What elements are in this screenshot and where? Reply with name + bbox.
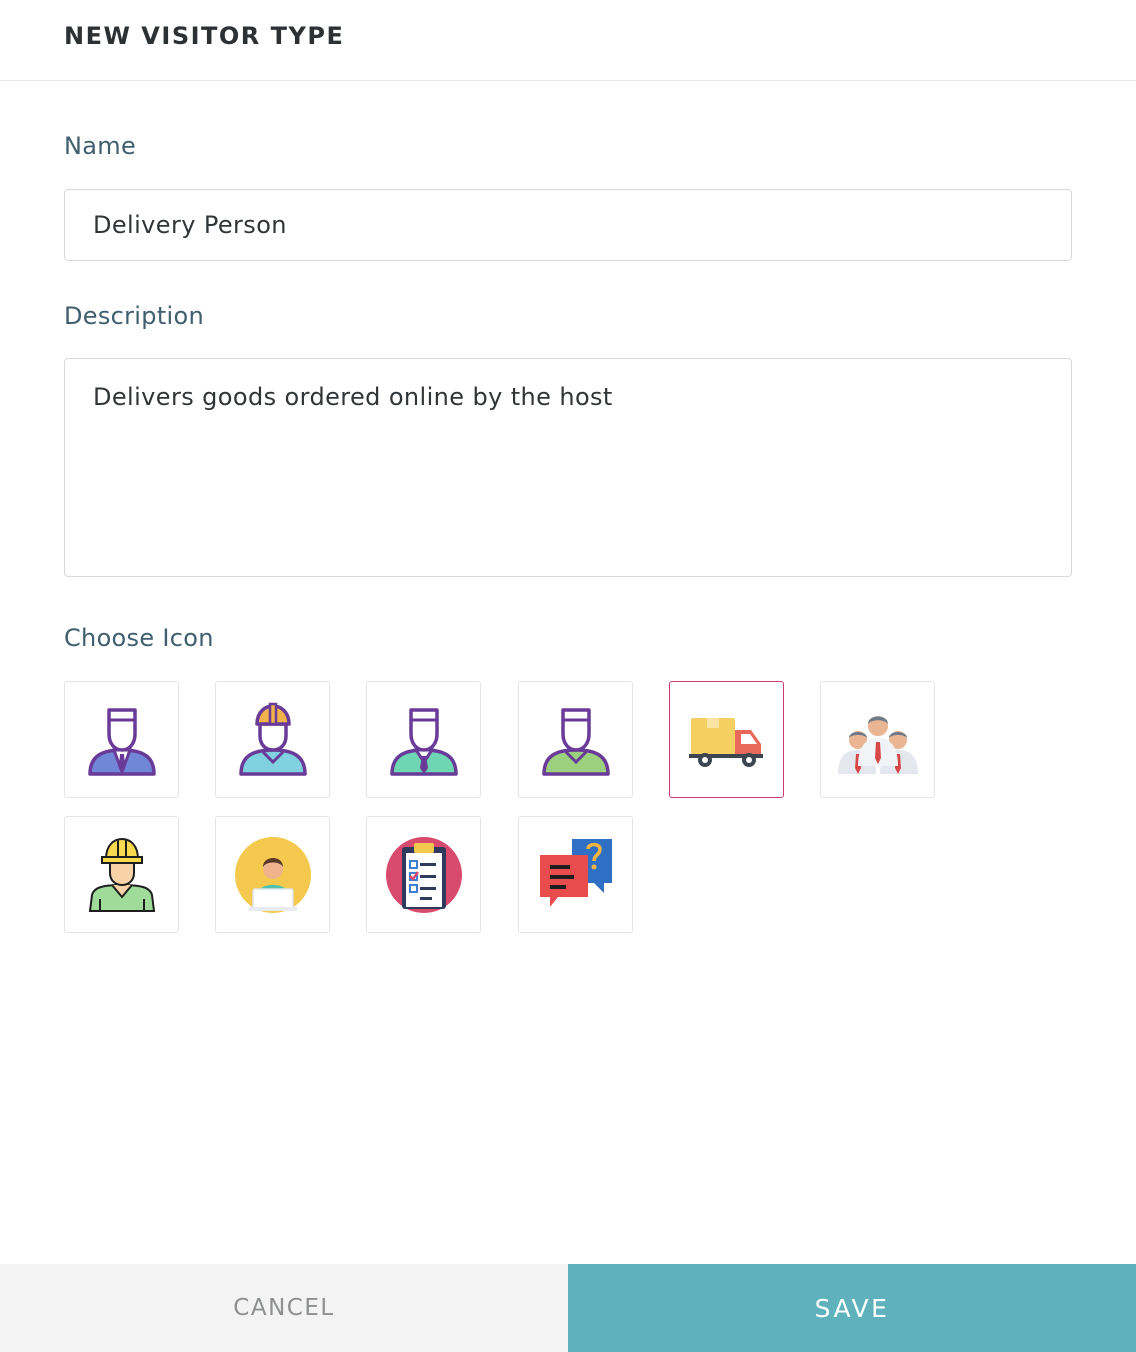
delivery-truck-icon <box>688 717 763 767</box>
laptop-user-icon <box>234 836 311 913</box>
chat-question-icon <box>539 838 612 907</box>
person-green-icon <box>541 707 610 776</box>
clipboard-checklist-icon <box>385 836 462 913</box>
icon-option-person-tie[interactable] <box>366 681 481 798</box>
name-label: Name <box>64 132 137 160</box>
description-label: Description <box>64 302 204 330</box>
dialog-header: NEW VISITOR TYPE <box>0 0 1136 81</box>
name-input[interactable]: Delivery Person <box>64 189 1072 261</box>
icon-option-team[interactable] <box>820 681 935 798</box>
new-visitor-type-dialog: NEW VISITOR TYPE Name Delivery Person De… <box>0 0 1136 1352</box>
icon-option-delivery-truck[interactable] <box>669 681 784 798</box>
engineer-helmet-icon <box>238 702 307 776</box>
description-textarea[interactable]: Delivers goods ordered online by the hos… <box>64 358 1072 577</box>
dialog-title: NEW VISITOR TYPE <box>64 22 345 50</box>
dialog-footer: CANCEL SAVE <box>0 1264 1136 1352</box>
business-person-icon <box>87 707 156 776</box>
cancel-button[interactable]: CANCEL <box>0 1264 568 1352</box>
team-group-icon <box>837 715 918 774</box>
icon-option-laptop-user[interactable] <box>215 816 330 933</box>
choose-icon-label: Choose Icon <box>64 624 214 652</box>
icon-option-person-green[interactable] <box>518 681 633 798</box>
icon-option-engineer[interactable] <box>215 681 330 798</box>
icon-option-construction-worker[interactable] <box>64 816 179 933</box>
person-tie-icon <box>389 707 458 776</box>
save-button[interactable]: SAVE <box>568 1264 1136 1352</box>
icon-option-business-person[interactable] <box>64 681 179 798</box>
construction-worker-icon <box>88 837 155 912</box>
icon-option-clipboard[interactable] <box>366 816 481 933</box>
icon-option-chat[interactable] <box>518 816 633 933</box>
